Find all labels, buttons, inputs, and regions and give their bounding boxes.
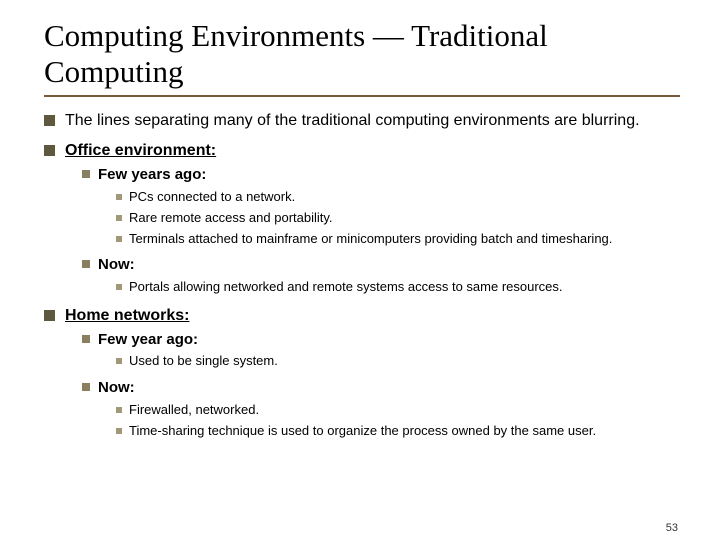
bullet-l1: Home networks: [44,306,680,326]
bullet-l2: Few years ago: [82,165,680,185]
bullet-l3: PCs connected to a network. [116,189,680,206]
bullet-l3: Firewalled, networked. [116,402,680,419]
bullet-text: Portals allowing networked and remote sy… [129,279,563,296]
bullet-l1: The lines separating many of the traditi… [44,111,680,131]
bullet-text: Few years ago: [98,165,206,185]
square-bullet-icon [44,145,55,156]
bullet-text: PCs connected to a network. [129,189,295,206]
square-bullet-icon [116,407,122,413]
square-bullet-icon [116,428,122,434]
bullet-l3: Time-sharing technique is used to organi… [116,423,680,440]
square-bullet-icon [44,310,55,321]
square-bullet-icon [116,358,122,364]
bullet-text: Rare remote access and portability. [129,210,333,227]
bullet-text: Few year ago: [98,330,198,350]
bullet-l3: Used to be single system. [116,353,680,370]
square-bullet-icon [44,115,55,126]
page-number: 53 [666,522,678,534]
bullet-text: Firewalled, networked. [129,402,259,419]
square-bullet-icon [82,260,90,268]
bullet-text: The lines separating many of the traditi… [65,111,640,131]
bullet-l1: Office environment: [44,141,680,161]
bullet-text-heading: Office environment: [65,141,216,161]
bullet-text-heading: Home networks: [65,306,189,326]
square-bullet-icon [116,215,122,221]
square-bullet-icon [116,284,122,290]
bullet-text: Terminals attached to mainframe or minic… [129,231,612,248]
bullet-text: Used to be single system. [129,353,278,370]
bullet-text: Now: [98,378,135,398]
square-bullet-icon [116,236,122,242]
bullet-l2: Now: [82,378,680,398]
title-underline [44,95,680,97]
square-bullet-icon [82,170,90,178]
square-bullet-icon [116,194,122,200]
square-bullet-icon [82,383,90,391]
bullet-l3: Terminals attached to mainframe or minic… [116,231,680,248]
bullet-l3: Rare remote access and portability. [116,210,680,227]
bullet-l2: Few year ago: [82,330,680,350]
bullet-text: Now: [98,255,135,275]
bullet-text: Time-sharing technique is used to organi… [129,423,596,440]
bullet-l2: Now: [82,255,680,275]
square-bullet-icon [82,335,90,343]
slide-title: Computing Environments — Traditional Com… [44,18,680,89]
bullet-l3: Portals allowing networked and remote sy… [116,279,680,296]
